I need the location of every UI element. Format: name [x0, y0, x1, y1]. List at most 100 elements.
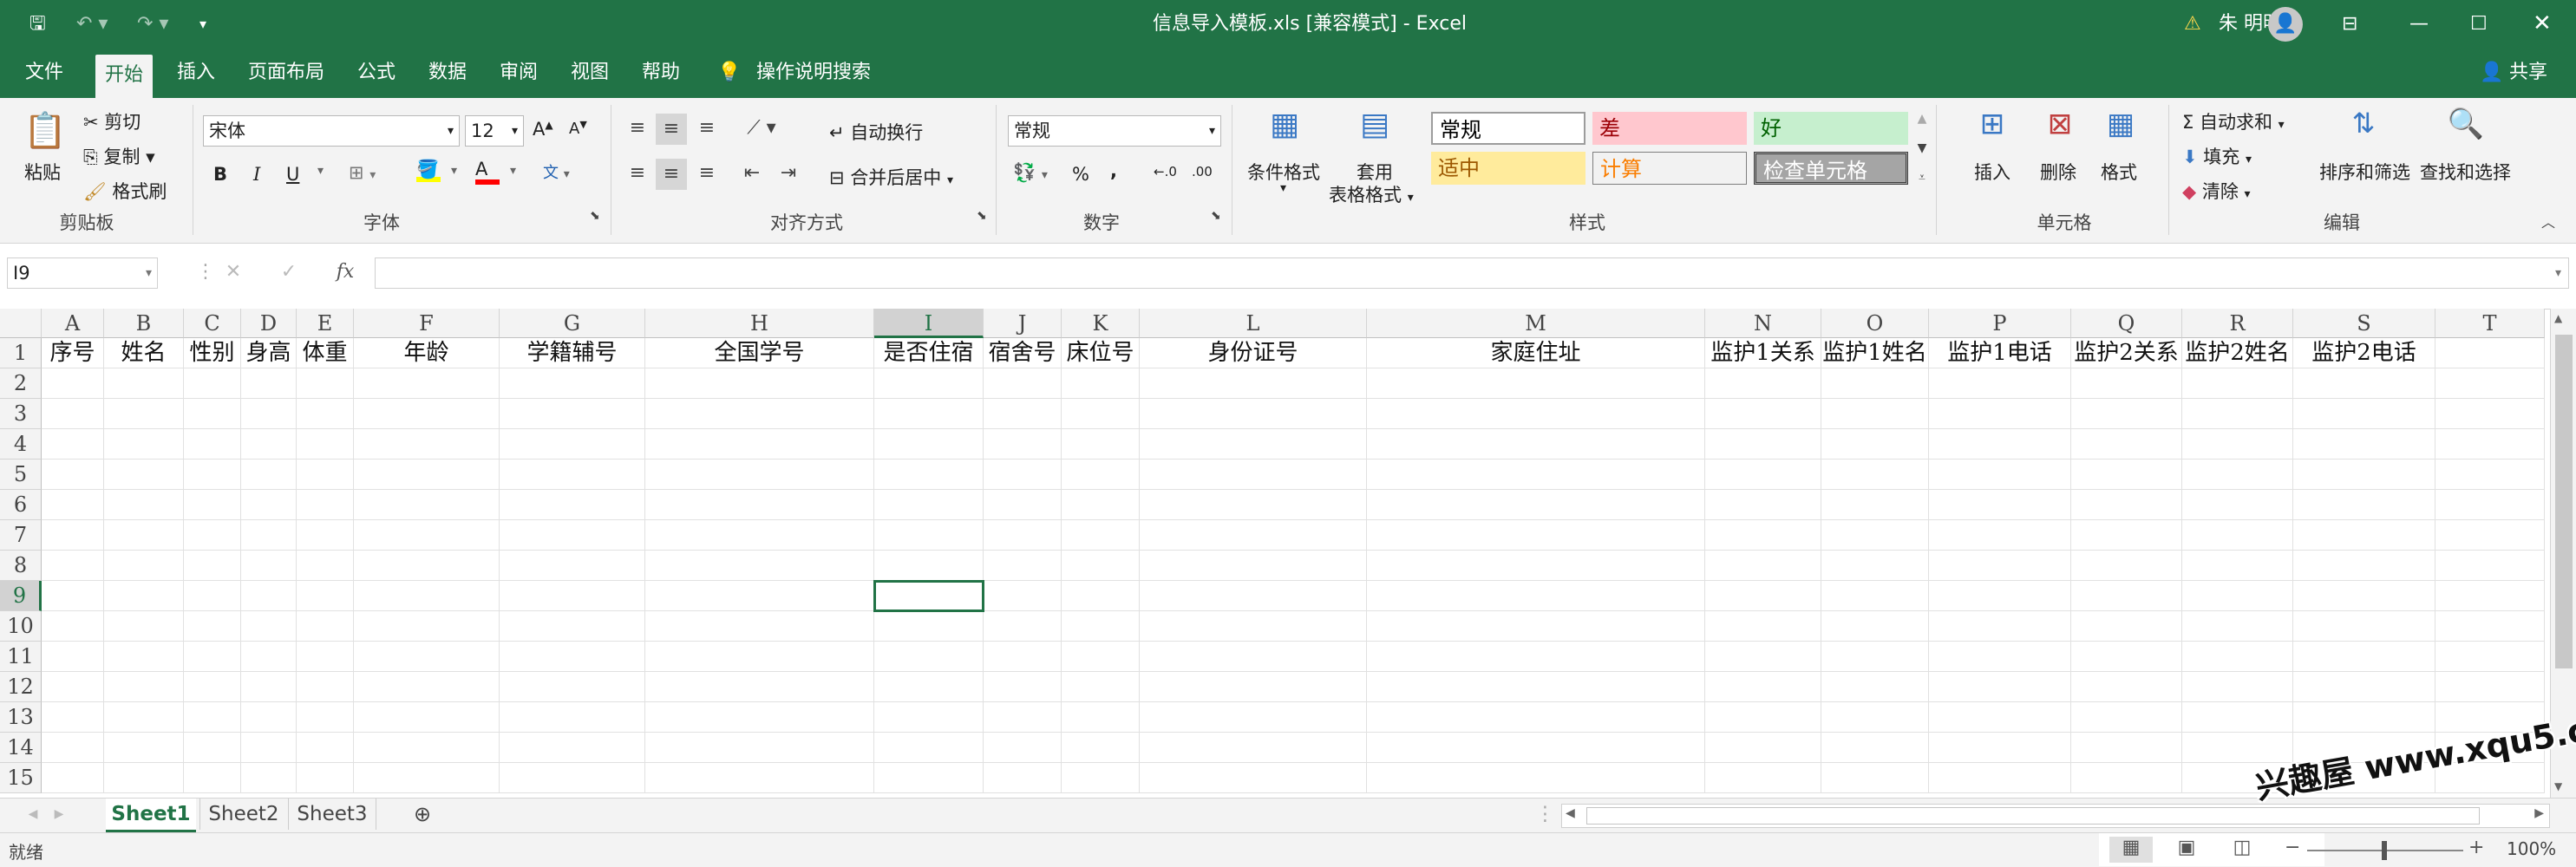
cell-q14[interactable] — [2071, 733, 2182, 763]
cell-h1[interactable]: 全国学号 — [645, 338, 874, 368]
scroll-left-icon[interactable]: ◀ — [1566, 806, 1575, 820]
cell-d4[interactable] — [241, 429, 297, 460]
align-right-icon[interactable]: ≡ — [694, 162, 720, 184]
cell-a3[interactable] — [42, 399, 104, 429]
cell-m9[interactable] — [1367, 581, 1705, 611]
cell-p2[interactable] — [1929, 368, 2071, 399]
cell-r9[interactable] — [2182, 581, 2293, 611]
cell-p13[interactable] — [1929, 702, 2071, 733]
cell-m14[interactable] — [1367, 733, 1705, 763]
cell-l14[interactable] — [1140, 733, 1367, 763]
scroll-thumb[interactable] — [2555, 335, 2573, 668]
font-color-dropdown[interactable]: ▾ — [510, 164, 516, 178]
column-header-t[interactable]: T — [2435, 309, 2545, 338]
cell-d6[interactable] — [241, 490, 297, 520]
cell-d13[interactable] — [241, 702, 297, 733]
scroll-down-icon[interactable]: ▼ — [2554, 780, 2562, 792]
cell-c5[interactable] — [184, 460, 241, 490]
cell-f11[interactable] — [354, 642, 500, 672]
lightbulb-icon[interactable]: 💡 — [716, 48, 742, 98]
cell-f2[interactable] — [354, 368, 500, 399]
fill-color-dropdown[interactable]: ▾ — [451, 164, 457, 178]
column-header-f[interactable]: F — [354, 309, 500, 338]
underline-dropdown[interactable]: ▾ — [317, 164, 324, 178]
cell-a10[interactable] — [42, 611, 104, 642]
cell-f3[interactable] — [354, 399, 500, 429]
cell-l3[interactable] — [1140, 399, 1367, 429]
cell-b9[interactable] — [104, 581, 184, 611]
cell-p3[interactable] — [1929, 399, 2071, 429]
cell-o15[interactable] — [1821, 763, 1929, 793]
cell-h4[interactable] — [645, 429, 874, 460]
cell-h10[interactable] — [645, 611, 874, 642]
cell-p12[interactable] — [1929, 672, 2071, 702]
cell-a15[interactable] — [42, 763, 104, 793]
cell-l13[interactable] — [1140, 702, 1367, 733]
cell-s11[interactable] — [2293, 642, 2435, 672]
cell-h2[interactable] — [645, 368, 874, 399]
cell-m8[interactable] — [1367, 551, 1705, 581]
cell-t11[interactable] — [2435, 642, 2545, 672]
align-top-icon[interactable]: ≡ — [624, 117, 651, 139]
cell-h12[interactable] — [645, 672, 874, 702]
cell-s9[interactable] — [2293, 581, 2435, 611]
cell-k15[interactable] — [1062, 763, 1140, 793]
cell-r7[interactable] — [2182, 520, 2293, 551]
cell-k3[interactable] — [1062, 399, 1140, 429]
zoom-level[interactable]: 100% — [2507, 838, 2556, 859]
cell-b10[interactable] — [104, 611, 184, 642]
cell-q2[interactable] — [2071, 368, 2182, 399]
cell-h3[interactable] — [645, 399, 874, 429]
maximize-icon[interactable]: ☐ — [2470, 0, 2488, 48]
cell-j2[interactable] — [984, 368, 1062, 399]
format-as-table-icon[interactable]: ▤ — [1353, 107, 1396, 142]
cell-p6[interactable] — [1929, 490, 2071, 520]
cell-j10[interactable] — [984, 611, 1062, 642]
align-bottom-icon[interactable]: ≡ — [694, 117, 720, 139]
wrap-text-button[interactable]: ↵ 自动换行 — [829, 119, 923, 145]
cell-q5[interactable] — [2071, 460, 2182, 490]
cell-o14[interactable] — [1821, 733, 1929, 763]
cell-g9[interactable] — [500, 581, 645, 611]
tab-data[interactable]: 数据 — [422, 48, 474, 98]
cell-o7[interactable] — [1821, 520, 1929, 551]
cell-c12[interactable] — [184, 672, 241, 702]
cell-n12[interactable] — [1705, 672, 1821, 702]
dialog-launcher-icon[interactable]: ⬊ — [1211, 209, 1221, 223]
cell-r13[interactable] — [2182, 702, 2293, 733]
cell-a1[interactable]: 序号 — [42, 338, 104, 368]
cell-o3[interactable] — [1821, 399, 1929, 429]
delete-cells-button[interactable]: 删除 — [2040, 159, 2076, 185]
cell-s10[interactable] — [2293, 611, 2435, 642]
cell-o5[interactable] — [1821, 460, 1929, 490]
cell-t6[interactable] — [2435, 490, 2545, 520]
cell-c3[interactable] — [184, 399, 241, 429]
insert-cells-button[interactable]: 插入 — [1974, 159, 2010, 185]
cell-m2[interactable] — [1367, 368, 1705, 399]
cell-n15[interactable] — [1705, 763, 1821, 793]
format-painter-button[interactable]: 🖌 格式刷 — [83, 178, 167, 204]
column-header-a[interactable]: A — [42, 309, 104, 338]
percent-button[interactable]: % — [1072, 164, 1089, 185]
cell-b2[interactable] — [104, 368, 184, 399]
cell-o4[interactable] — [1821, 429, 1929, 460]
column-header-c[interactable]: C — [184, 309, 241, 338]
cell-i15[interactable] — [874, 763, 984, 793]
cell-d2[interactable] — [241, 368, 297, 399]
cell-r8[interactable] — [2182, 551, 2293, 581]
find-select-icon[interactable]: 🔍 — [2444, 107, 2488, 141]
row-header-4[interactable]: 4 — [0, 429, 42, 460]
cell-q3[interactable] — [2071, 399, 2182, 429]
cell-e4[interactable] — [297, 429, 354, 460]
cell-m6[interactable] — [1367, 490, 1705, 520]
sheet-tab-1[interactable]: Sheet1 — [106, 799, 196, 832]
cell-g13[interactable] — [500, 702, 645, 733]
column-header-i[interactable]: I — [874, 309, 984, 338]
cell-r11[interactable] — [2182, 642, 2293, 672]
style-normal[interactable]: 常规 — [1431, 112, 1585, 145]
cancel-icon[interactable]: ✕ — [220, 261, 246, 283]
cell-c4[interactable] — [184, 429, 241, 460]
cell-g4[interactable] — [500, 429, 645, 460]
cell-r6[interactable] — [2182, 490, 2293, 520]
cell-m7[interactable] — [1367, 520, 1705, 551]
